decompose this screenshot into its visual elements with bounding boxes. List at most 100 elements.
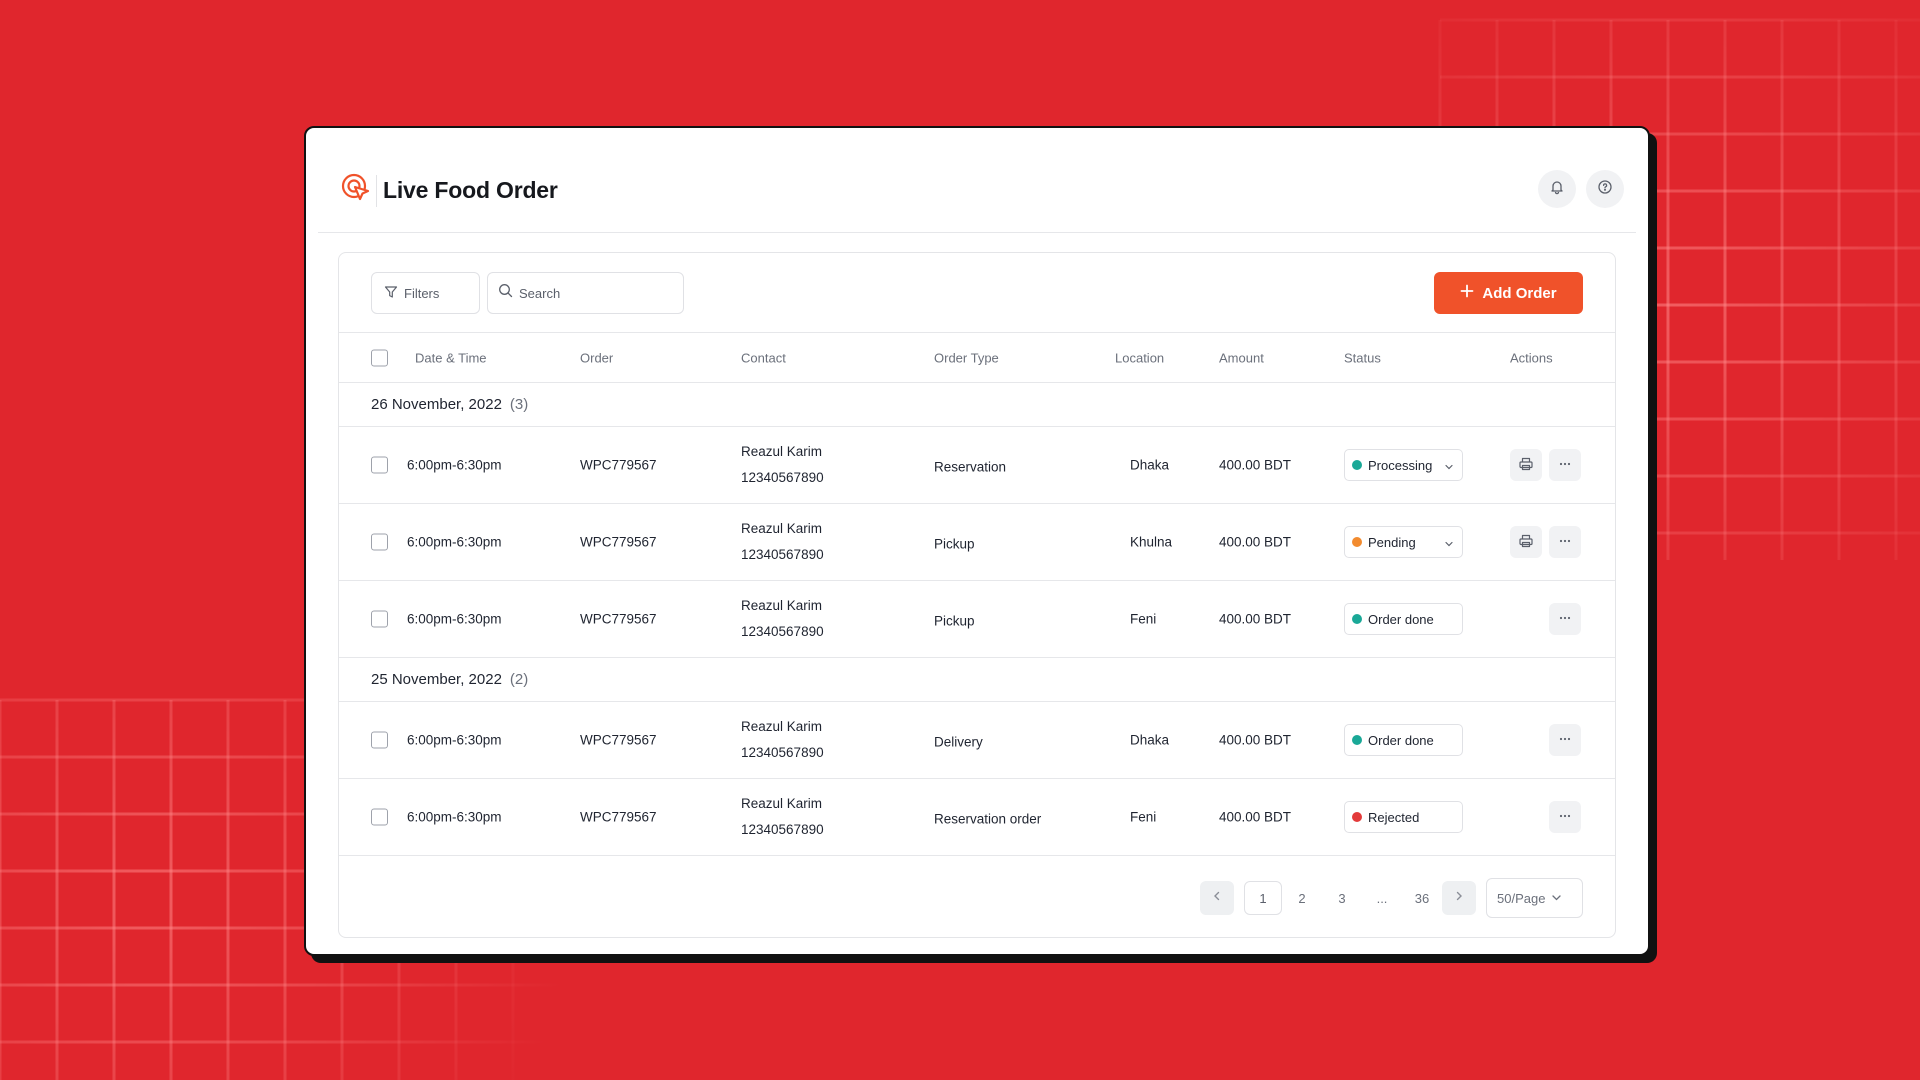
table-row[interactable]: 6:00pm-6:30pm WPC779567 Reazul Karim 123405… [339, 427, 1615, 504]
print-button[interactable] [1510, 526, 1542, 558]
row-time: 6:00pm-6:30pm [407, 457, 502, 473]
column-header-location[interactable]: Location [1115, 350, 1164, 365]
more-horizontal-icon [1557, 533, 1573, 552]
contact-phone: 12340567890 [741, 745, 824, 760]
status-badge[interactable]: Processing [1344, 449, 1463, 481]
row-amount: 400.00 BDT [1219, 534, 1292, 550]
row-order-type: Pickup [934, 536, 975, 552]
status-dot [1352, 812, 1362, 822]
group-count: (2) [509, 671, 529, 688]
pagination: 1 2 3 ... 36 50/Page [1200, 878, 1583, 918]
row-checkbox[interactable] [371, 456, 388, 474]
app-window: Live Food Order Filters Search Add Order… [304, 126, 1650, 956]
more-actions-button[interactable] [1549, 449, 1581, 481]
help-button[interactable] [1586, 170, 1624, 208]
row-checkbox[interactable] [371, 731, 388, 749]
column-header-contact[interactable]: Contact [741, 350, 786, 365]
plus-icon [1460, 284, 1474, 302]
row-checkbox[interactable] [371, 533, 388, 551]
status-label: Processing [1368, 457, 1433, 473]
table-header: Date & Time Order Contact Order Type Loc… [339, 333, 1615, 383]
page-button-36[interactable]: 36 [1402, 881, 1442, 915]
search-input[interactable] [519, 285, 679, 301]
row-contact: Reazul Karim 12340567890 [741, 795, 824, 839]
table-row[interactable]: 6:00pm-6:30pm WPC779567 Reazul Karim 123405… [339, 504, 1615, 581]
row-order-id: WPC779567 [580, 809, 657, 825]
column-header-order-type[interactable]: Order Type [934, 350, 999, 365]
table-row[interactable]: 6:00pm-6:30pm WPC779567 Reazul Karim 123405… [339, 581, 1615, 658]
status-label: Order done [1368, 611, 1434, 627]
group-date: 25 November, 2022 [371, 671, 502, 688]
page-button-3[interactable]: 3 [1322, 881, 1362, 915]
page-button-2[interactable]: 2 [1282, 881, 1322, 915]
date-group-header: 26 November, 2022 (3) [339, 383, 1615, 427]
orders-panel: Filters Add Order [338, 252, 1616, 938]
row-checkbox[interactable] [371, 808, 388, 826]
status-label: Pending [1368, 534, 1416, 550]
more-actions-button[interactable] [1549, 603, 1581, 635]
chevron-down-icon [1444, 460, 1454, 470]
per-page-select[interactable]: 50/Page [1486, 878, 1583, 918]
print-button[interactable] [1510, 449, 1542, 481]
row-location: Dhaka [1130, 457, 1170, 473]
row-location: Khulna [1130, 534, 1173, 550]
row-contact: Reazul Karim 12340567890 [741, 597, 824, 641]
status-label: Rejected [1368, 809, 1420, 825]
row-contact: Reazul Karim 12340567890 [741, 718, 824, 762]
row-time: 6:00pm-6:30pm [407, 809, 502, 825]
printer-icon [1518, 456, 1534, 475]
page-ellipsis: ... [1376, 890, 1388, 906]
brand-divider [376, 174, 377, 207]
column-header-order[interactable]: Order [580, 350, 613, 365]
row-order-type: Reservation order [934, 811, 1042, 827]
contact-phone: 12340567890 [741, 822, 824, 837]
contact-name: Reazul Karim [741, 521, 823, 536]
row-amount: 400.00 BDT [1219, 732, 1292, 748]
row-contact: Reazul Karim 12340567890 [741, 520, 824, 564]
table-row[interactable]: 6:00pm-6:30pm WPC779567 Reazul Karim 123405… [339, 702, 1615, 779]
select-all-checkbox[interactable] [371, 349, 388, 366]
column-header-amount[interactable]: Amount [1219, 350, 1264, 365]
printer-icon [1518, 533, 1534, 552]
add-order-button[interactable]: Add Order [1434, 272, 1583, 314]
group-date: 26 November, 2022 [371, 396, 502, 413]
search-icon [498, 283, 513, 303]
more-actions-button[interactable] [1549, 526, 1581, 558]
more-actions-button[interactable] [1549, 724, 1581, 756]
contact-name: Reazul Karim [741, 796, 823, 811]
contact-phone: 12340567890 [741, 470, 824, 485]
row-contact: Reazul Karim 12340567890 [741, 443, 824, 487]
filter-icon [384, 285, 398, 302]
row-checkbox[interactable] [371, 610, 388, 628]
row-order-type: Pickup [934, 613, 975, 629]
cursor-target-icon [340, 172, 372, 209]
row-order-id: WPC779567 [580, 457, 657, 473]
status-badge: Rejected [1344, 801, 1463, 833]
table-row[interactable]: 6:00pm-6:30pm WPC779567 Reazul Karim 123405… [339, 779, 1615, 856]
notifications-button[interactable] [1538, 170, 1576, 208]
row-time: 6:00pm-6:30pm [407, 732, 502, 748]
more-horizontal-icon [1557, 610, 1573, 629]
status-badge[interactable]: Pending [1344, 526, 1463, 558]
column-header-date-time[interactable]: Date & Time [415, 350, 487, 365]
row-order-id: WPC779567 [580, 611, 657, 627]
contact-phone: 12340567890 [741, 624, 824, 639]
row-location: Feni [1130, 611, 1157, 627]
row-order-id: WPC779567 [580, 534, 657, 550]
page-button-1[interactable]: 1 [1244, 881, 1282, 915]
row-time: 6:00pm-6:30pm [407, 611, 502, 627]
date-group-header: 25 November, 2022 (2) [339, 658, 1615, 702]
filters-button[interactable]: Filters [371, 272, 480, 314]
column-header-status[interactable]: Status [1344, 350, 1381, 365]
more-actions-button[interactable] [1549, 801, 1581, 833]
per-page-value: 50/Page [1497, 890, 1546, 906]
next-page-button[interactable] [1442, 881, 1476, 915]
status-dot [1352, 460, 1362, 470]
row-order-id: WPC779567 [580, 732, 657, 748]
previous-page-button[interactable] [1200, 881, 1234, 915]
chevron-down-icon [1444, 537, 1454, 547]
page-title: Live Food Order [383, 177, 558, 203]
status-badge: Order done [1344, 724, 1463, 756]
orders-toolbar: Filters Add Order [339, 253, 1615, 333]
app-header: Live Food Order [318, 128, 1636, 233]
